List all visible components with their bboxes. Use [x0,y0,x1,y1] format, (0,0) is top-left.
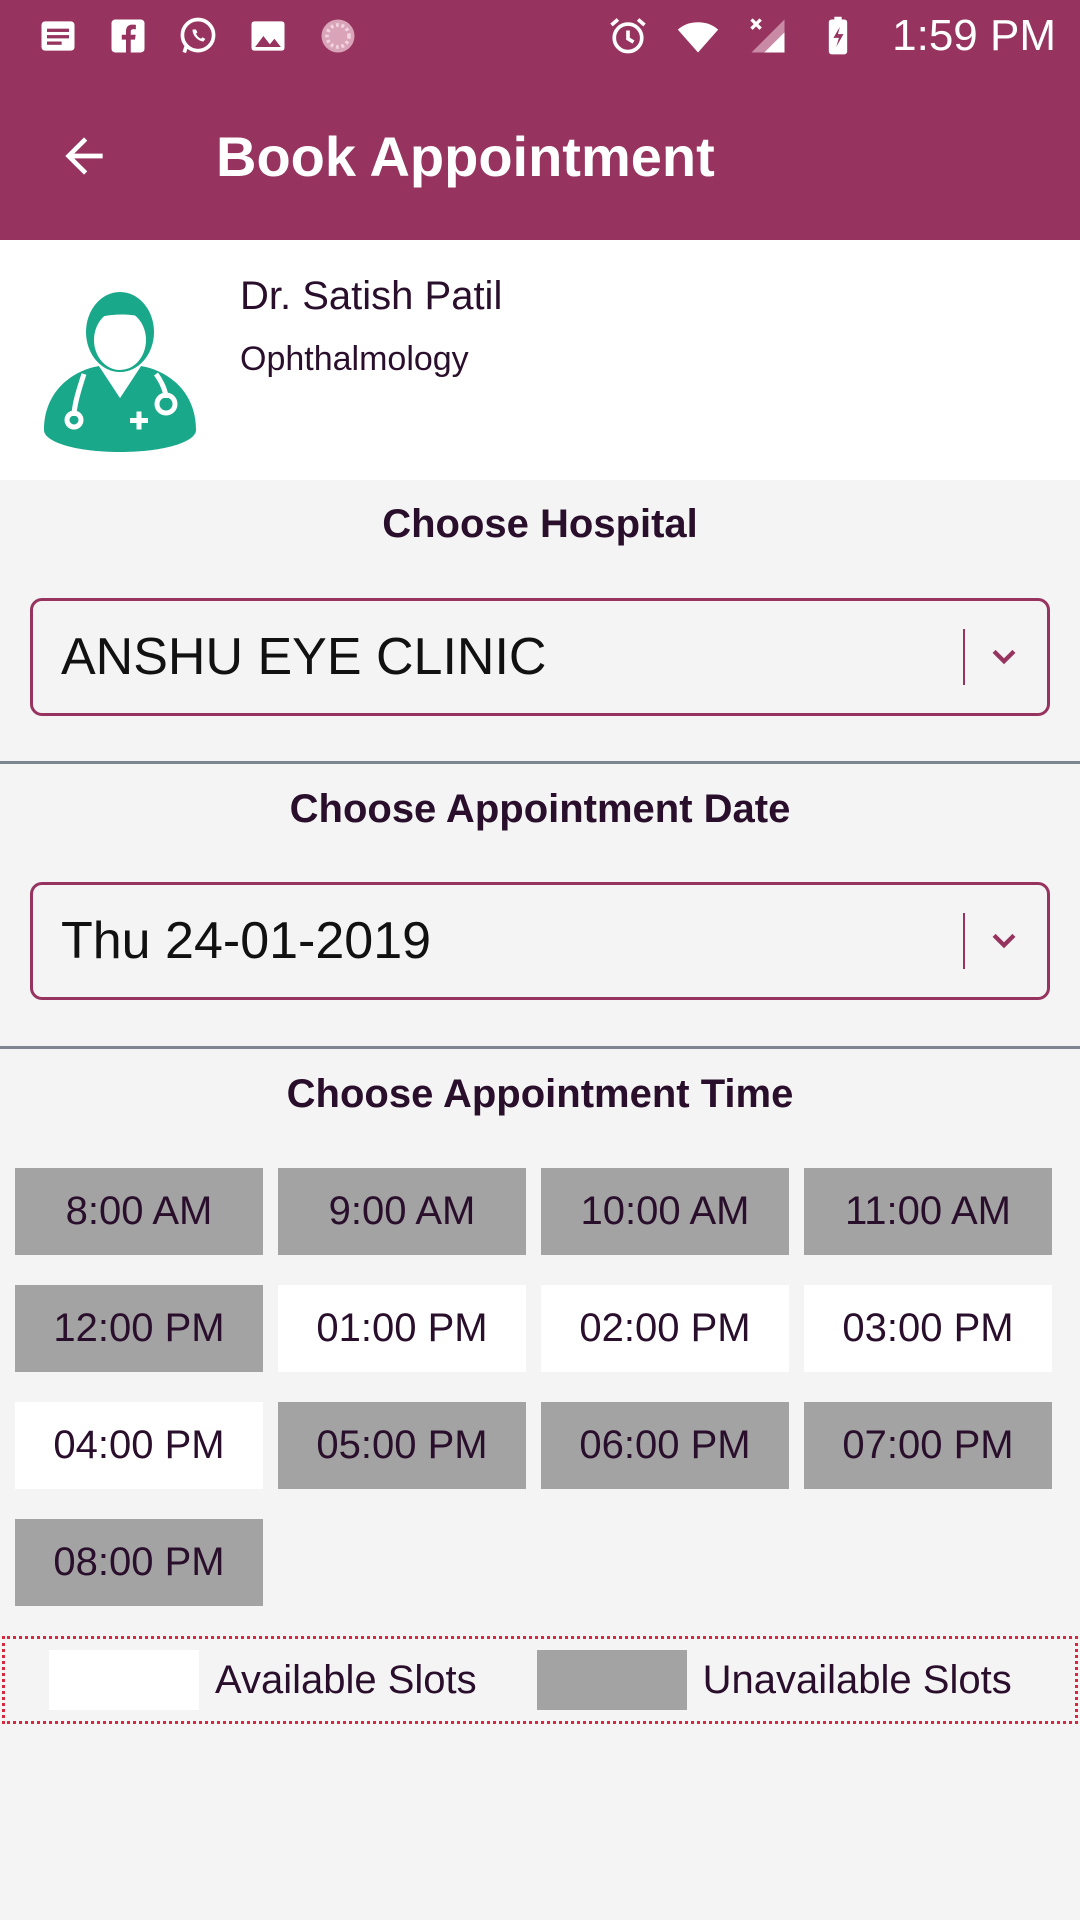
time-slot-unavailable[interactable]: 07:00 PM [804,1402,1052,1489]
slot-legend: Available Slots Unavailable Slots [2,1636,1078,1724]
image-icon [244,12,292,60]
doctor-avatar-icon [44,292,196,452]
time-slot-unavailable[interactable]: 08:00 PM [15,1519,263,1606]
doctor-specialty: Ophthalmology [240,340,469,378]
wifi-icon [674,12,722,60]
hospital-selected: ANSHU EYE CLINIC [61,628,547,686]
alarm-icon [604,12,652,60]
signal-icon [744,12,792,60]
date-selected: Thu 24-01-2019 [61,912,432,970]
status-time: 1:59 PM [892,11,1056,60]
time-slot-unavailable[interactable]: 9:00 AM [278,1168,526,1255]
status-left-icons [34,12,362,60]
chevron-down-icon [992,933,1016,949]
divider [0,761,1080,764]
dropdown-separator [963,629,965,685]
time-slot-unavailable[interactable]: 06:00 PM [541,1402,789,1489]
divider [0,1046,1080,1049]
app-bar: Book Appointment [0,72,1080,240]
dropdown-separator [963,913,965,969]
page-title: Book Appointment [216,124,715,188]
loading-icon [314,12,362,60]
choose-hospital-label: Choose Hospital [382,502,698,546]
choose-date-label: Choose Appointment Date [289,787,791,831]
time-slot-available[interactable]: 04:00 PM [15,1402,263,1489]
date-dropdown[interactable]: Thu 24-01-2019 [30,882,1050,1000]
choose-time-label: Choose Appointment Time [286,1072,794,1116]
unavailable-swatch [536,1650,687,1710]
time-slot-unavailable[interactable]: 10:00 AM [541,1168,789,1255]
time-slot-available[interactable]: 02:00 PM [541,1285,789,1372]
hospital-dropdown[interactable]: ANSHU EYE CLINIC [30,598,1050,716]
unavailable-legend-label: Unavailable Slots [702,1657,1012,1702]
available-swatch [49,1650,199,1710]
back-button[interactable] [34,106,134,206]
chevron-down-icon [992,649,1016,665]
time-slot-available[interactable]: 01:00 PM [278,1285,526,1372]
status-bar: 1:59 PM [0,0,1080,72]
battery-icon [814,12,862,60]
time-slot-grid: 8:00 AM 9:00 AM 10:00 AM 11:00 AM 12:00 PM 01… [15,1168,1065,1606]
arrow-back-icon [65,137,103,175]
doctor-name: Dr. Satish Patil [240,274,503,318]
time-slot-unavailable[interactable]: 12:00 PM [15,1285,263,1372]
status-right-icons: 1:59 PM [604,11,1056,61]
time-slot-unavailable[interactable]: 8:00 AM [15,1168,263,1255]
facebook-icon [104,12,152,60]
time-slot-unavailable[interactable]: 11:00 AM [804,1168,1052,1255]
notes-icon [34,12,82,60]
time-slot-available[interactable]: 03:00 PM [804,1285,1052,1372]
time-slot-unavailable[interactable]: 05:00 PM [278,1402,526,1489]
available-legend-label: Available Slots [215,1657,477,1702]
doctor-card: Dr. Satish Patil Ophthalmology [0,240,1080,480]
whatsapp-icon [174,12,222,60]
